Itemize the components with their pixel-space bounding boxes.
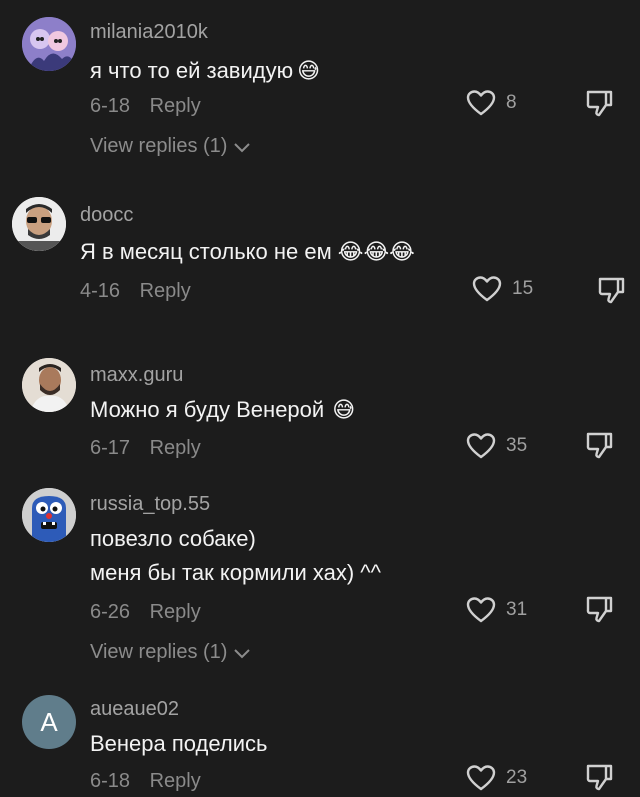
- view-replies-button[interactable]: View replies (1): [90, 641, 251, 664]
- avatar-letter: A: [40, 706, 58, 737]
- comment-text: Я в месяц столько не ем 😂😂😂: [80, 235, 415, 269]
- comment-username[interactable]: aueaue02: [90, 698, 179, 721]
- heart-icon: [466, 90, 496, 116]
- avatar[interactable]: A: [22, 695, 76, 749]
- heart-icon: [466, 433, 496, 459]
- like-count: 35: [506, 435, 528, 456]
- dislike-button[interactable]: [584, 594, 614, 624]
- comment-date: 4-16: [80, 280, 121, 302]
- comment-date: 6-17: [90, 437, 131, 459]
- comment-date: 6-18: [90, 770, 131, 792]
- comment-text-line: меня бы так кормили хах) ^^: [90, 560, 381, 585]
- avatar[interactable]: [22, 358, 76, 412]
- sweat-smile-emoji: 😅: [332, 397, 356, 422]
- thumbs-down-icon: [598, 277, 625, 304]
- dislike-button[interactable]: [584, 762, 614, 792]
- dislike-button[interactable]: [596, 275, 626, 305]
- comment-text-line: повезло собаке): [90, 526, 256, 551]
- dislike-button[interactable]: [584, 88, 614, 118]
- avatar[interactable]: [22, 17, 76, 71]
- like-button[interactable]: 23: [466, 764, 527, 792]
- person-sunglasses-avatar-icon: [12, 197, 66, 251]
- thumbs-down-icon: [586, 90, 613, 117]
- tears-of-joy-emoji: 😂😂😂: [337, 239, 415, 264]
- comment-date: 6-18: [90, 95, 131, 117]
- like-count: 15: [512, 278, 534, 299]
- like-count: 31: [506, 599, 528, 620]
- chevron-down-icon: [234, 648, 251, 658]
- comment-text: Венера поделись: [90, 727, 267, 761]
- anime-avatar-icon: [22, 17, 76, 71]
- heart-icon: [466, 597, 496, 623]
- comment-text: повезло собаке) меня бы так кормили хах)…: [90, 522, 381, 590]
- thumbs-down-icon: [586, 596, 613, 623]
- comment-meta: 6-17 Reply: [90, 437, 201, 460]
- like-button[interactable]: 8: [466, 89, 517, 117]
- sweat-smile-emoji: 😅: [297, 58, 321, 83]
- chevron-down-icon: [234, 142, 251, 152]
- comment-username[interactable]: doocc: [80, 204, 133, 227]
- like-button[interactable]: 31: [466, 596, 527, 624]
- reply-button[interactable]: Reply: [150, 770, 201, 792]
- like-count: 8: [506, 92, 517, 113]
- avatar[interactable]: [12, 197, 66, 251]
- reply-button[interactable]: Reply: [150, 95, 201, 117]
- like-button[interactable]: 35: [466, 432, 527, 460]
- like-count: 23: [506, 767, 528, 788]
- blue-monster-avatar-icon: [22, 488, 76, 542]
- comment-meta: 4-16 Reply: [80, 280, 191, 303]
- reply-button[interactable]: Reply: [150, 601, 201, 623]
- comment-meta: 6-18 Reply: [90, 95, 201, 118]
- like-button[interactable]: 15: [472, 275, 533, 303]
- comment-date: 6-26: [90, 601, 131, 623]
- heart-icon: [472, 276, 502, 302]
- comment-text-line: Венера поделись: [90, 731, 268, 756]
- comment-username[interactable]: maxx.guru: [90, 364, 183, 387]
- view-replies-label: View replies (1): [90, 641, 228, 663]
- comment-meta: 6-26 Reply: [90, 601, 201, 624]
- reply-button[interactable]: Reply: [140, 280, 191, 302]
- comment-text: я что то ей завидую 😅: [90, 54, 320, 88]
- comment-text-line: Я в месяц столько не ем: [80, 239, 332, 264]
- view-replies-button[interactable]: View replies (1): [90, 135, 251, 158]
- view-replies-label: View replies (1): [90, 135, 228, 157]
- comment-username[interactable]: russia_top.55: [90, 493, 210, 516]
- person-avatar-icon: [22, 358, 76, 412]
- reply-button[interactable]: Reply: [150, 437, 201, 459]
- comment-text-line: я что то ей завидую: [90, 58, 294, 83]
- comment-username[interactable]: milania2010k: [90, 21, 208, 44]
- comment-text: Можно я буду Венерой 😅: [90, 393, 355, 427]
- thumbs-down-icon: [586, 432, 613, 459]
- avatar[interactable]: [22, 488, 76, 542]
- comment-text-line: Можно я буду Венерой: [90, 397, 325, 422]
- dislike-button[interactable]: [584, 430, 614, 460]
- thumbs-down-icon: [586, 764, 613, 791]
- heart-icon: [466, 765, 496, 791]
